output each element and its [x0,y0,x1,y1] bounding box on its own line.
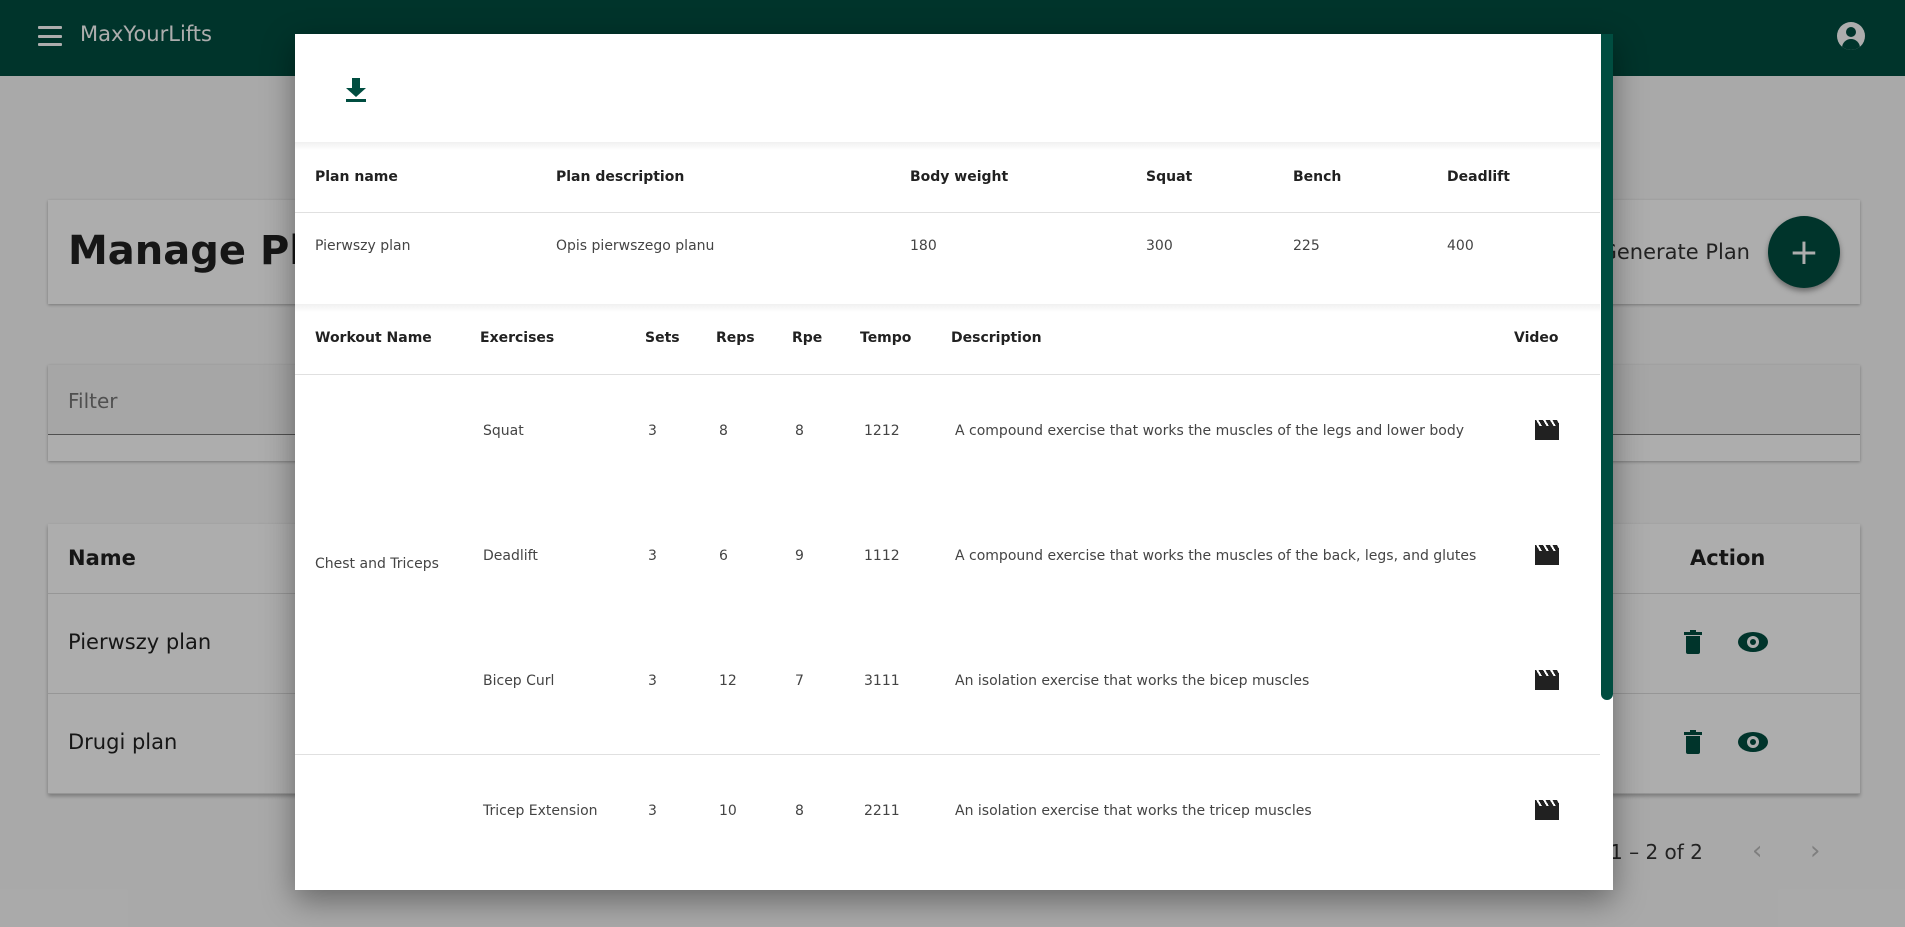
exercise-rpe: 7 [795,673,804,689]
section-divider [295,142,1600,150]
squat-value: 300 [1146,238,1173,254]
header-bench: Bench [1293,169,1342,185]
download-icon[interactable] [345,78,367,102]
video-clapperboard-icon[interactable] [1535,420,1559,440]
header-plan-description: Plan description [556,169,685,185]
header-tempo: Tempo [860,330,912,346]
header-reps: Reps [716,330,755,346]
dialog-scrollbar[interactable] [1601,34,1613,700]
deadlift-value: 400 [1447,238,1474,254]
header-deadlift: Deadlift [1447,169,1510,185]
header-description: Description [951,330,1042,346]
exercise-rpe: 8 [795,423,804,439]
divider [295,754,1600,755]
exercise-tempo: 1212 [864,423,900,439]
exercise-reps: 12 [719,673,737,689]
exercise-sets: 3 [648,548,657,564]
section-divider [295,304,1600,312]
exercise-description: A compound exercise that works the muscl… [955,548,1477,564]
exercise-description: An isolation exercise that works the tri… [955,803,1312,819]
header-body-weight: Body weight [910,169,1009,185]
exercise-description: A compound exercise that works the muscl… [955,423,1465,439]
exercise-description: An isolation exercise that works the bic… [955,673,1310,689]
header-sets: Sets [645,330,680,346]
body-weight-value: 180 [910,238,937,254]
workout-name-cell: Chest and Triceps [315,556,439,572]
exercise-sets: 3 [648,803,657,819]
header-workout-name: Workout Name [315,330,432,346]
exercise-reps: 8 [719,423,728,439]
header-video: Video [1514,330,1559,346]
header-plan-name: Plan name [315,169,398,185]
exercise-reps: 10 [719,803,737,819]
plan-name-value: Pierwszy plan [315,238,411,254]
divider [295,212,1600,213]
exercise-name: Bicep Curl [483,673,555,689]
header-squat: Squat [1146,169,1193,185]
exercise-tempo: 2211 [864,803,900,819]
exercise-sets: 3 [648,423,657,439]
header-rpe: Rpe [792,330,823,346]
exercise-reps: 6 [719,548,728,564]
divider [295,374,1600,375]
exercise-tempo: 1112 [864,548,900,564]
video-clapperboard-icon[interactable] [1535,670,1559,690]
exercise-name: Squat [483,423,524,439]
video-clapperboard-icon[interactable] [1535,800,1559,820]
exercise-name: Tricep Extension [483,803,598,819]
plan-details-dialog: Plan name Plan description Body weight S… [295,34,1613,890]
exercise-name: Deadlift [483,548,538,564]
exercise-rpe: 8 [795,803,804,819]
exercise-rpe: 9 [795,548,804,564]
bench-value: 225 [1293,238,1320,254]
plan-description-value: Opis pierwszego planu [556,238,715,254]
video-clapperboard-icon[interactable] [1535,545,1559,565]
header-exercises: Exercises [480,330,555,346]
exercise-sets: 3 [648,673,657,689]
exercise-tempo: 3111 [864,673,900,689]
